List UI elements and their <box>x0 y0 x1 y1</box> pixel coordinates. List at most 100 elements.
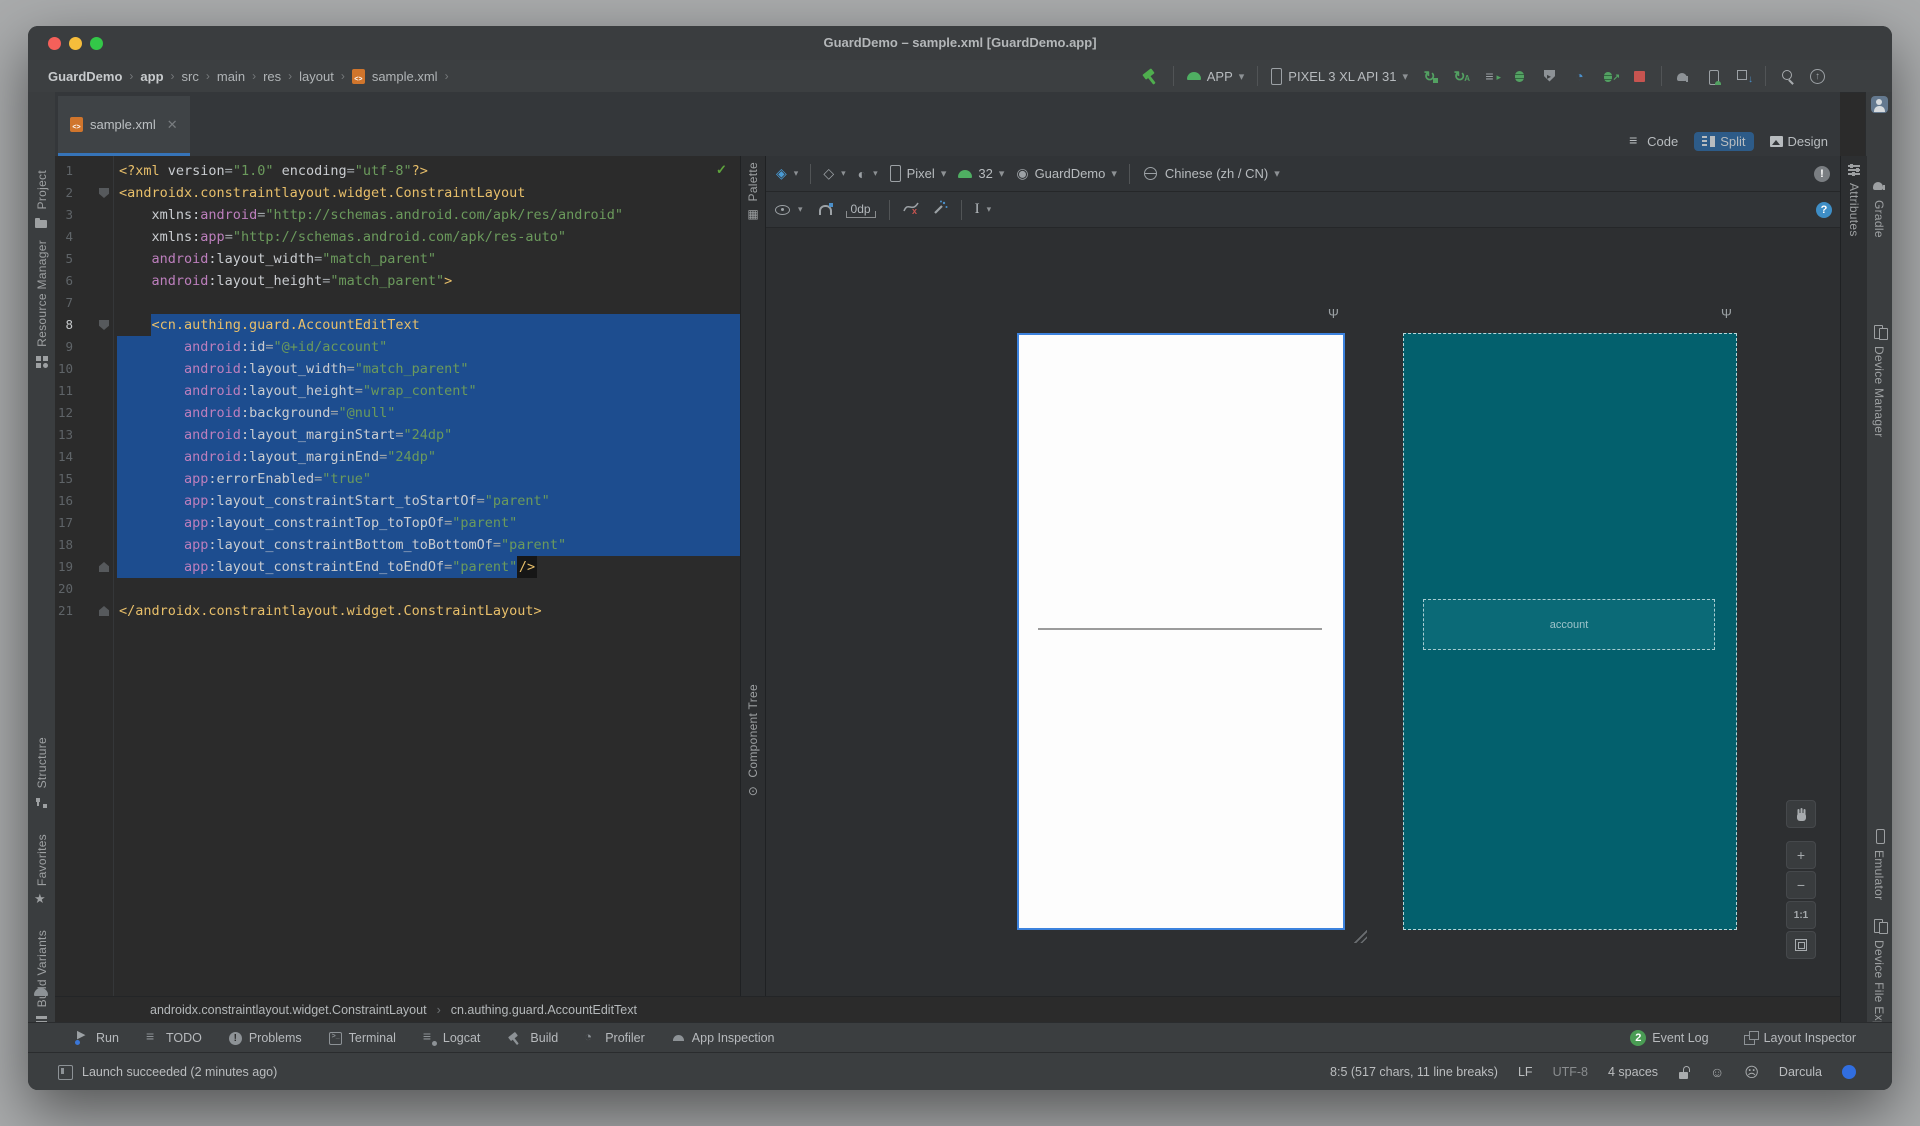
preview-device-select[interactable]: Pixel ▾ <box>890 165 947 182</box>
sidebar-item-project[interactable]: Project <box>28 170 55 231</box>
breadcrumb-accountedittext[interactable]: cn.authing.guard.AccountEditText <box>451 1003 637 1017</box>
caret-position[interactable]: 8:5 (517 chars, 11 line breaks) <box>1330 1065 1498 1079</box>
debug-icon[interactable] <box>1511 68 1528 85</box>
view-mode-split[interactable]: Split <box>1694 132 1753 151</box>
sdk-manager-icon[interactable] <box>1735 68 1752 85</box>
code-line: 19app:layout_constraintEnd_toEndOf="pare… <box>55 556 740 578</box>
view-mode-code[interactable]: Code <box>1621 132 1686 151</box>
tool-window-button-profiler[interactable]: Profiler <box>584 1031 645 1046</box>
zoom-to-fit-button[interactable] <box>1786 931 1816 959</box>
sidebar-item-gradle[interactable]: Gradle <box>1866 178 1892 238</box>
help-icon[interactable]: ? <box>1816 202 1832 218</box>
orientation-select[interactable]: ◇ ▾ <box>823 165 845 182</box>
fold-marker-icon[interactable] <box>99 320 109 330</box>
tool-window-button-run[interactable]: Run <box>75 1031 119 1046</box>
apply-code-changes-icon[interactable] <box>1451 68 1468 85</box>
api-level-select[interactable]: 32 ▾ <box>958 166 1004 181</box>
night-mode-select[interactable]: ◐ ▾ <box>858 166 878 182</box>
device-select[interactable]: PIXEL 3 XL API 31 ▾ <box>1271 68 1408 85</box>
layout-preview-blueprint[interactable]: account <box>1403 333 1737 930</box>
sidebar-item-emulator[interactable]: Emulator <box>1866 828 1892 900</box>
render-errors-icon[interactable]: ! <box>1814 166 1830 182</box>
account-edittext-widget[interactable]: account <box>1423 599 1715 650</box>
tool-window-button-app-inspection[interactable]: App Inspection <box>671 1031 775 1046</box>
file-encoding[interactable]: UTF-8 <box>1553 1065 1588 1079</box>
view-mode-design[interactable]: Design <box>1762 132 1836 151</box>
unlock-icon[interactable] <box>1678 1066 1690 1079</box>
sidebar-item-structure[interactable]: Structure <box>28 737 55 810</box>
smile-face-icon[interactable]: ☺ <box>1710 1064 1724 1080</box>
stop-icon[interactable] <box>1631 68 1648 85</box>
tool-windows-icon[interactable] <box>58 1065 73 1080</box>
inspection-ok-icon[interactable]: ✓ <box>716 162 732 178</box>
design-surface[interactable]: Ψ Ψ account + − 1:1 <box>766 228 1840 996</box>
attributes-tab[interactable]: Attributes <box>1841 164 1867 237</box>
locale-select[interactable]: Chinese (zh / CN) ▾ <box>1142 165 1280 182</box>
breadcrumb-separator: › <box>171 69 175 83</box>
theme-name[interactable]: Darcula <box>1779 1065 1822 1079</box>
frown-face-icon[interactable]: ☹ <box>1744 1064 1759 1081</box>
pack-align-select[interactable]: I ▾ <box>975 201 992 218</box>
tool-window-button-problems[interactable]: Problems <box>228 1031 302 1046</box>
update-icon[interactable] <box>1809 68 1826 85</box>
sidebar-item-build-variants[interactable]: Build Variants <box>28 930 55 1029</box>
close-tab-icon[interactable]: ✕ <box>167 117 178 133</box>
fold-marker-icon[interactable] <box>99 562 109 572</box>
sidebar-item-favorites[interactable]: Favorites <box>28 834 55 908</box>
profile-low-overhead-icon[interactable] <box>1601 68 1618 85</box>
fold-marker-icon[interactable] <box>99 188 109 198</box>
sidebar-item-resource-manager[interactable]: Resource Manager <box>28 240 55 369</box>
breadcrumb-item-layout[interactable]: layout <box>299 69 334 84</box>
sidebar-item-device-manager[interactable]: Device Manager <box>1866 324 1892 438</box>
tab-sample-xml[interactable]: sample.xml ✕ <box>58 96 190 156</box>
tool-window-button-layout-inspector[interactable]: Layout Inspector <box>1743 1031 1856 1046</box>
profile-avatar[interactable] <box>1866 96 1892 113</box>
device-manager-icon[interactable] <box>1705 68 1722 85</box>
breadcrumb-constraintlayout[interactable]: androidx.constraintlayout.widget.Constra… <box>150 1003 427 1017</box>
zoom-actual-button[interactable]: 1:1 <box>1786 901 1816 929</box>
breadcrumb-item-main[interactable]: main <box>217 69 245 84</box>
tool-window-button-logcat[interactable]: Logcat <box>422 1031 481 1046</box>
run-config-select[interactable]: APP ▾ <box>1187 69 1245 84</box>
wrench-icon[interactable]: Ψ <box>1328 306 1339 321</box>
default-margin-select[interactable]: 0dp <box>846 202 876 218</box>
attach-debugger-icon[interactable] <box>1541 68 1558 85</box>
code-lines[interactable]: 1<?xml version="1.0" encoding="utf-8"?>2… <box>55 160 740 626</box>
component-tree-tab[interactable]: Component Tree ⊙ <box>741 684 765 798</box>
theme-color-dot[interactable] <box>1842 1065 1856 1079</box>
layout-preview-design[interactable] <box>1017 333 1345 930</box>
profile-or-debug-apk-icon[interactable] <box>1481 68 1498 85</box>
autoconnect-magnet-icon[interactable] <box>816 201 833 218</box>
breadcrumb-item-src[interactable]: src <box>182 69 199 84</box>
view-options-select[interactable]: ▾ <box>774 201 803 218</box>
breadcrumb-item-res[interactable]: res <box>263 69 281 84</box>
wrench-icon[interactable]: Ψ <box>1721 306 1732 321</box>
profiler-icon[interactable] <box>1571 68 1588 85</box>
gradle-sync-icon[interactable] <box>1675 68 1692 85</box>
infer-constraints-wand-icon[interactable] <box>932 200 948 220</box>
code-line: 6android:layout_height="match_parent"> <box>55 270 740 292</box>
search-icon[interactable] <box>1779 68 1796 85</box>
build-hammer-icon[interactable] <box>1142 68 1160 85</box>
zoom-out-button[interactable]: − <box>1786 871 1816 899</box>
android-tool-icon[interactable] <box>34 988 48 996</box>
clear-constraints-icon[interactable]: x <box>903 200 919 220</box>
tool-window-button-todo[interactable]: TODO <box>145 1031 202 1046</box>
indent-setting[interactable]: 4 spaces <box>1608 1065 1658 1079</box>
line-ending[interactable]: LF <box>1518 1065 1533 1079</box>
fold-marker-icon[interactable] <box>99 606 109 616</box>
theme-select[interactable]: ◉ GuardDemo ▾ <box>1016 165 1117 182</box>
design-mode-select[interactable]: ◈ ▾ <box>776 165 798 182</box>
breadcrumb-item-app[interactable]: app <box>140 69 163 84</box>
preview-resize-handle[interactable] <box>1352 928 1367 943</box>
pan-hand-button[interactable] <box>1786 800 1816 828</box>
zoom-in-button[interactable]: + <box>1786 841 1816 869</box>
palette-tab[interactable]: Palette ▦ <box>741 162 765 221</box>
breadcrumb-item-sample-xml[interactable]: sample.xml <box>372 69 438 84</box>
breadcrumb-item-guarddemo[interactable]: GuardDemo <box>48 69 122 84</box>
tool-window-button-terminal[interactable]: Terminal <box>328 1031 396 1046</box>
code-token: = <box>314 471 322 487</box>
tool-window-button-event-log[interactable]: 2Event Log <box>1630 1030 1708 1046</box>
apply-changes-icon[interactable] <box>1421 68 1438 85</box>
tool-window-button-build[interactable]: Build <box>506 1030 558 1047</box>
